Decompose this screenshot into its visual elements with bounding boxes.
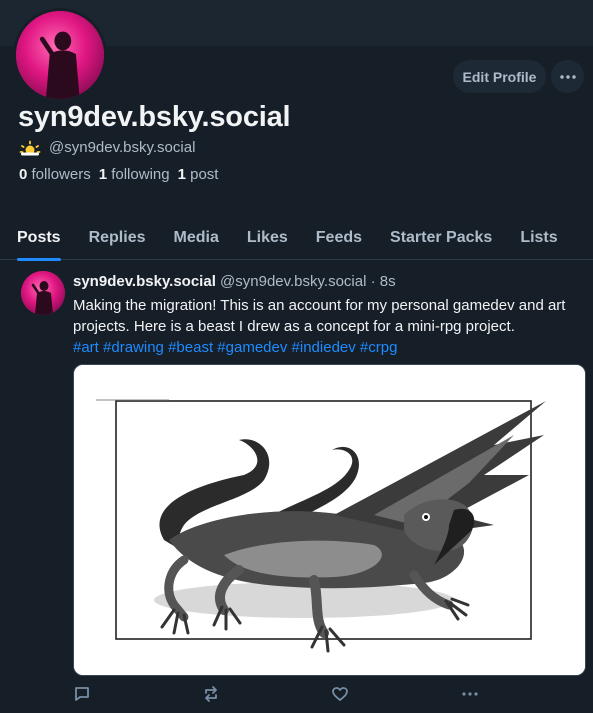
post-body: Making the migration! This is an account… bbox=[73, 295, 585, 358]
repost-button[interactable] bbox=[202, 685, 220, 703]
reply-button[interactable] bbox=[73, 685, 91, 703]
post-header: syn9dev.bsky.social @syn9dev.bsky.social… bbox=[73, 273, 396, 290]
more-options-button[interactable] bbox=[551, 60, 584, 93]
profile-handle: @syn9dev.bsky.social bbox=[49, 139, 196, 156]
ellipsis-icon bbox=[559, 74, 576, 79]
hashtag-link[interactable]: #crpg bbox=[360, 339, 398, 356]
beast-drawing bbox=[74, 365, 585, 675]
repost-icon bbox=[205, 686, 217, 702]
hashtag-link[interactable]: #gamedev bbox=[217, 339, 287, 356]
tab-replies[interactable]: Replies bbox=[75, 216, 160, 260]
like-button[interactable] bbox=[331, 685, 349, 703]
tab-likes[interactable]: Likes bbox=[233, 216, 302, 260]
post-more-button[interactable] bbox=[461, 685, 479, 703]
avatar-image bbox=[16, 11, 104, 99]
tab-feeds[interactable]: Feeds bbox=[302, 216, 376, 260]
profile-stats: 0 followers 1 following 1 post bbox=[19, 166, 218, 183]
tab-starter-packs[interactable]: Starter Packs bbox=[376, 216, 506, 260]
profile-avatar[interactable] bbox=[13, 8, 107, 102]
hashtag-link[interactable]: #indiedev bbox=[292, 339, 356, 356]
post-author-name[interactable]: syn9dev.bsky.social bbox=[73, 273, 216, 290]
post-image[interactable] bbox=[73, 364, 586, 676]
post-author-handle[interactable]: @syn9dev.bsky.social bbox=[220, 273, 366, 290]
post-item[interactable]: syn9dev.bsky.social @syn9dev.bsky.social… bbox=[0, 261, 593, 713]
profile-tabs: Posts Replies Media Likes Feeds Starter … bbox=[0, 216, 593, 261]
tab-lists[interactable]: Lists bbox=[506, 216, 571, 260]
sun-cloud-icon bbox=[19, 140, 41, 155]
post-separator: · bbox=[370, 273, 376, 290]
hashtag-link[interactable]: #art bbox=[73, 339, 99, 356]
speech-bubble-icon bbox=[75, 687, 89, 701]
hashtag-link[interactable]: #drawing bbox=[103, 339, 164, 356]
avatar-image bbox=[21, 271, 65, 315]
posts-stat: 1 post bbox=[177, 166, 219, 183]
followers-stat[interactable]: 0 followers bbox=[19, 166, 91, 183]
profile-display-name: syn9dev.bsky.social bbox=[18, 101, 291, 133]
profile-handle-row: @syn9dev.bsky.social bbox=[19, 139, 195, 156]
tab-media[interactable]: Media bbox=[160, 216, 233, 260]
hashtag-link[interactable]: #beast bbox=[168, 339, 213, 356]
heart-icon bbox=[332, 687, 348, 701]
following-stat[interactable]: 1 following bbox=[99, 166, 170, 183]
post-actions bbox=[73, 685, 493, 707]
ellipsis-icon bbox=[462, 692, 478, 696]
edit-profile-button[interactable]: Edit Profile bbox=[453, 60, 546, 93]
post-timestamp[interactable]: 8s bbox=[380, 273, 396, 290]
post-author-avatar[interactable] bbox=[21, 271, 65, 315]
post-text: Making the migration! This is an account… bbox=[73, 297, 566, 335]
tab-posts[interactable]: Posts bbox=[0, 216, 75, 261]
